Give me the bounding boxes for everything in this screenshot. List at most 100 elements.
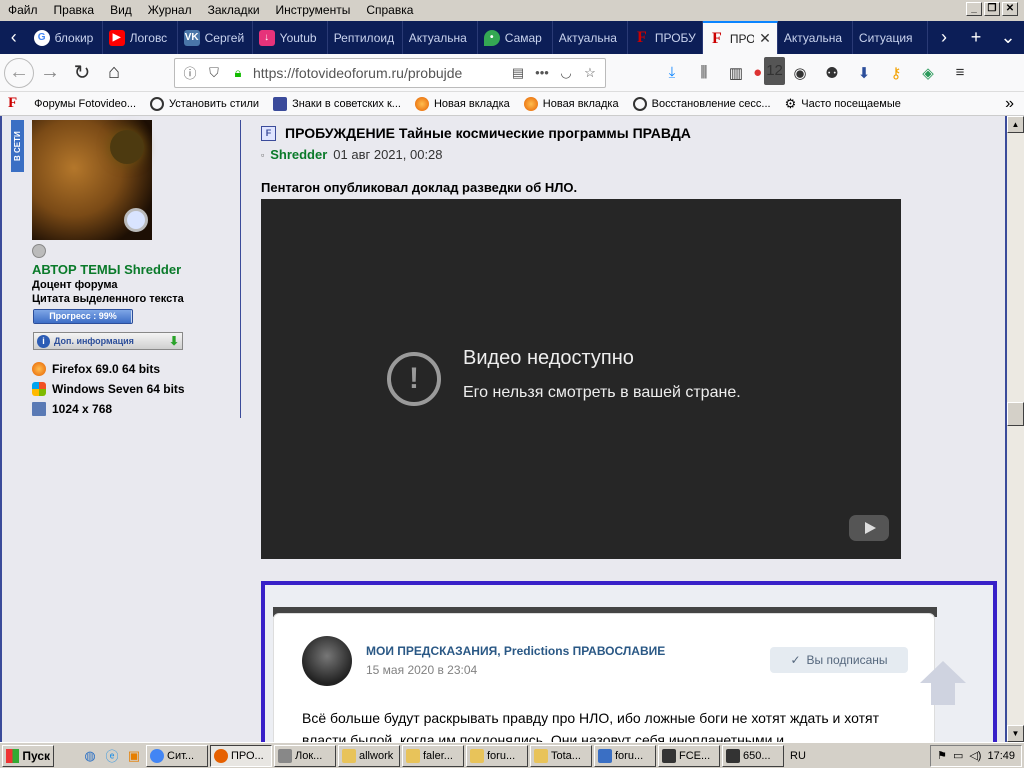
scrollbar-thumb[interactable] (1007, 402, 1024, 426)
channel-avatar[interactable] (302, 636, 352, 686)
reader-view-icon[interactable]: ▤ (509, 65, 527, 81)
subscribed-button[interactable]: ✓ Вы подписаны (770, 647, 908, 673)
new-tab-icon[interactable]: + (960, 21, 992, 54)
taskbar-item-4[interactable]: faler... (402, 744, 464, 767)
gear-icon: ⚙ (784, 95, 797, 111)
save-icon[interactable]: ⬇ (850, 59, 878, 87)
bookmark-label: Установить стили (169, 97, 260, 110)
tab-4[interactable]: Рептилоид (328, 21, 403, 54)
bookmark-label: Новая вкладка (433, 97, 510, 110)
restore-button[interactable]: ❐ (984, 2, 1000, 16)
taskbar-item-2[interactable]: Лок... (274, 744, 336, 767)
video-player[interactable]: ! Видео недоступно Его нельзя смотреть в… (261, 199, 901, 559)
menu-bookmarks[interactable]: Закладки (200, 0, 268, 21)
library-icon[interactable]: ⫼ (690, 59, 718, 87)
sidebar-icon[interactable]: ▥ (722, 59, 750, 87)
bookmark-3[interactable]: Новая вкладка (414, 96, 510, 111)
bookmark-0[interactable]: F Форумы Fotovideo... (8, 95, 136, 112)
topic-author[interactable]: АВТОР ТЕМЫ Shredder (32, 262, 181, 277)
scroll-up-arrow-icon[interactable]: ▲ (1007, 116, 1024, 133)
tab-3[interactable]: ↓ Youtub (253, 21, 328, 54)
tab-2[interactable]: VK Сергей (178, 21, 253, 54)
shield-icon[interactable]: ⛉ (205, 65, 223, 81)
pocket-icon[interactable]: ◡ (557, 65, 575, 81)
page-actions-icon[interactable]: ••• (533, 65, 551, 80)
taskbar-item-3[interactable]: allwork (338, 744, 400, 767)
taskbar-item-5[interactable]: foru... (466, 744, 528, 767)
quote-selected-text[interactable]: Цитата выделенного текста (32, 293, 184, 305)
post-title[interactable]: ПРОБУЖДЕНИЕ Тайные космические программы… (285, 125, 691, 141)
windows-flag-icon (6, 748, 20, 763)
post-link-icon[interactable]: ▫ (261, 150, 264, 160)
channel-name[interactable]: МОИ ПРЕДСКАЗАНИЯ, Predictions ПРАВОСЛАВИ… (366, 644, 665, 658)
taskbar-item-0[interactable]: Сит... (146, 744, 208, 767)
forward-icon[interactable]: → (34, 57, 66, 89)
bookmark-star-icon[interactable]: ☆ (581, 65, 599, 81)
language-indicator[interactable]: RU (786, 750, 810, 762)
tab-10[interactable]: Актуальна (778, 21, 853, 54)
post-author[interactable]: Shredder (270, 147, 327, 162)
home-icon[interactable]: ⌂ (98, 57, 130, 89)
network-tray-icon[interactable]: ▭ (953, 749, 963, 762)
back-icon[interactable]: ← (4, 57, 34, 88)
tab-scroll-right-icon[interactable]: › (928, 21, 960, 54)
menu-view[interactable]: Вид (102, 0, 140, 21)
reload-icon[interactable]: ↻ (66, 57, 98, 89)
taskbar-item-6[interactable]: Tota... (530, 744, 592, 767)
tab-1[interactable]: ▶ Логовс (103, 21, 178, 54)
embed-post-date[interactable]: 15 мая 2020 в 23:04 (366, 663, 477, 677)
menu-tools[interactable]: Инструменты (268, 0, 359, 21)
bookmarks-overflow-icon[interactable]: » (1005, 95, 1014, 113)
tab-active[interactable]: F ПРО ✕ (702, 21, 778, 54)
bookmark-4[interactable]: Новая вкладка (523, 96, 619, 111)
tab-scroll-left-icon[interactable]: ‹ (0, 21, 28, 54)
menu-file[interactable]: Файл (0, 0, 46, 21)
url-text[interactable]: https://fotovideoforum.ru/probujde (253, 65, 503, 81)
scroll-to-top-arrow-icon[interactable] (920, 661, 966, 721)
addon-badge-icon[interactable]: ● 12 (753, 56, 785, 87)
lock-icon[interactable]: 🔒︎ (229, 65, 247, 81)
volume-tray-icon[interactable]: ◁) (969, 749, 981, 762)
clock[interactable]: 17:49 (987, 750, 1015, 762)
info-icon[interactable]: ⓘ (181, 63, 199, 82)
minimize-button[interactable]: _ (966, 2, 982, 16)
scroll-down-arrow-icon[interactable]: ▼ (1007, 725, 1024, 742)
tab-0[interactable]: Gблокир (28, 21, 103, 54)
tab-5[interactable]: Актуальна (403, 21, 478, 54)
tab-7[interactable]: Актуальна (553, 21, 628, 54)
youtube-play-icon[interactable] (849, 515, 889, 541)
bookmark-2[interactable]: Знаки в советских к... (273, 96, 401, 111)
more-info-button[interactable]: i Доп. информация ⬇ (33, 332, 183, 350)
taskbar-item-8[interactable]: FCE... (658, 744, 720, 767)
tab-6[interactable]: • Самар (478, 21, 553, 54)
menu-help[interactable]: Справка (358, 0, 421, 21)
bookmark-label: Форумы Fotovideo... (34, 97, 137, 110)
globe-quicklaunch-icon[interactable]: ◍ (80, 746, 100, 766)
start-button[interactable]: Пуск (2, 744, 54, 767)
os-label: Windows Seven 64 bits (52, 382, 185, 396)
tab-8[interactable]: F ПРОБУ (628, 21, 703, 54)
tab-close-icon[interactable]: ✕ (759, 30, 771, 47)
account-icon[interactable]: ◉ (786, 59, 814, 87)
hamburger-menu-icon[interactable]: ≡ (946, 59, 974, 87)
list-tabs-icon[interactable]: ⌄ (992, 21, 1024, 54)
bookmark-1[interactable]: Установить стили (150, 96, 260, 111)
media-player-quicklaunch-icon[interactable]: ▣ (124, 746, 144, 766)
taskbar-item-9[interactable]: 650... (722, 744, 784, 767)
taskbar-item-1[interactable]: ПРО... (210, 744, 272, 767)
bookmark-5[interactable]: Восстановление сесс... (632, 96, 771, 111)
bookmark-6[interactable]: ⚙ Часто посещаемые (785, 96, 901, 112)
menu-history[interactable]: Журнал (140, 0, 200, 21)
tab-11[interactable]: Ситуация (853, 21, 928, 54)
vpn-icon[interactable]: ◈ (914, 59, 942, 87)
vertical-scrollbar[interactable]: ▲ ▼ (1007, 116, 1024, 742)
extension-icon[interactable]: ⚉ (818, 59, 846, 87)
taskbar-item-7[interactable]: foru... (594, 744, 656, 767)
menu-edit[interactable]: Правка (46, 0, 103, 21)
key-icon[interactable]: ⚷ (882, 59, 910, 87)
url-bar[interactable]: ⓘ ⛉ 🔒︎ https://fotovideoforum.ru/probujd… (174, 57, 606, 88)
ie-quicklaunch-icon[interactable]: ⓔ (102, 746, 122, 766)
downloads-icon[interactable]: ⤓ (658, 59, 686, 87)
flag-tray-icon[interactable]: ⚑ (937, 749, 947, 762)
close-window-button[interactable]: ✕ (1002, 2, 1018, 16)
